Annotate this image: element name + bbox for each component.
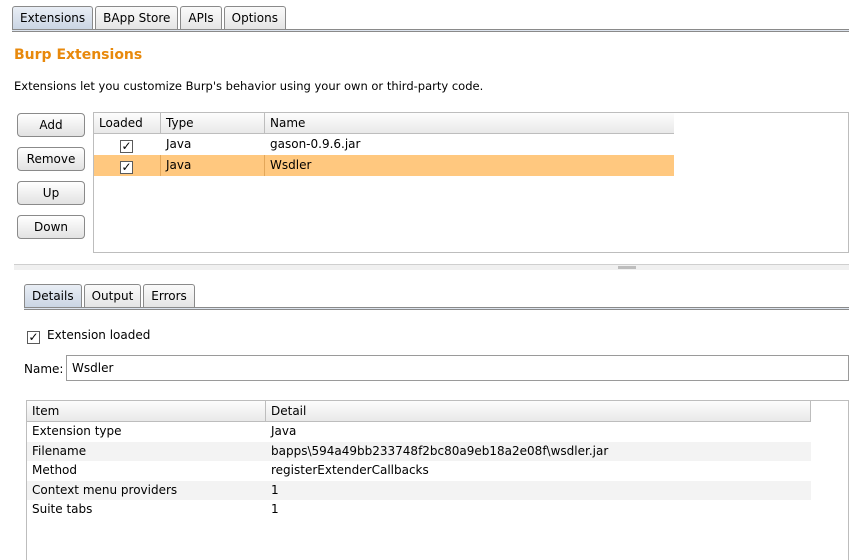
item-cell: Context menu providers [32,482,178,497]
table-row[interactable]: Suite tabs 1 [27,500,811,520]
table-row[interactable]: Method registerExtenderCallbacks [27,461,811,481]
details-table-header: Item Detail [27,401,811,422]
loaded-checkbox[interactable]: ✓ [120,161,133,174]
split-pane-divider[interactable] [14,264,849,270]
extensions-table-header: Loaded Type Name [94,113,674,134]
tab-bapp-store[interactable]: BApp Store [95,6,179,30]
extensions-table: Loaded Type Name ✓ Java gason-0.9.6.jar … [94,113,674,176]
loaded-cell: ✓ [94,134,161,155]
extensions-table-panel: Loaded Type Name ✓ Java gason-0.9.6.jar … [93,112,849,253]
down-button[interactable]: Down [17,215,85,239]
table-row[interactable]: ✓ Java gason-0.9.6.jar [94,134,674,155]
column-header-name[interactable]: Name [265,113,674,133]
column-header-item[interactable]: Item [27,401,266,421]
item-cell: Filename [32,443,87,458]
up-button[interactable]: Up [17,181,85,205]
column-header-type[interactable]: Type [161,113,265,133]
table-row[interactable]: Filename bapps\594a49bb233748f2bc80a9eb1… [27,441,811,462]
name-field[interactable] [66,355,849,381]
main-tab-strip: Extensions BApp Store APIs Options [12,6,288,30]
detail-cell: 1 [271,502,279,517]
name-cell: gason-0.9.6.jar [270,137,361,151]
name-label: Name: [24,362,64,376]
type-cell: Java [161,155,265,176]
tab-details[interactable]: Details [24,284,82,308]
column-header-detail[interactable]: Detail [266,401,811,421]
extension-loaded-checkbox[interactable]: ✓ [27,331,40,344]
item-cell: Extension type [32,424,122,438]
column-header-loaded[interactable]: Loaded [94,113,161,133]
extension-loaded-label: Extension loaded [47,328,151,342]
detail-cell: bapps\594a49bb233748f2bc80a9eb18a2e08f\w… [271,443,609,458]
tab-options[interactable]: Options [223,6,286,30]
detail-cell: 1 [271,482,279,497]
detail-tab-divider [24,307,849,310]
detail-tab-strip: Details Output Errors [24,284,197,308]
page-description: Extensions let you customize Burp's beha… [14,79,484,93]
tab-errors[interactable]: Errors [143,284,195,308]
detail-cell: Java [271,424,297,438]
table-row[interactable]: Context menu providers 1 [27,480,811,501]
details-table: Item Detail Extension type Java Filename… [27,401,811,520]
tab-strip-divider [12,29,849,32]
details-table-panel: Item Detail Extension type Java Filename… [26,400,849,560]
loaded-cell: ✓ [94,155,161,176]
remove-button[interactable]: Remove [17,147,85,171]
item-cell: Method [32,463,78,478]
table-row[interactable]: Extension type Java [27,422,811,442]
type-cell: Java [166,137,192,151]
item-cell: Suite tabs [32,502,93,517]
tab-apis[interactable]: APIs [180,6,222,30]
name-cell: Wsdler [270,158,312,172]
tab-output[interactable]: Output [83,284,142,308]
table-row[interactable]: ✓ Java Wsdler [94,155,674,176]
tab-extensions[interactable]: Extensions [12,6,94,30]
detail-cell: registerExtenderCallbacks [271,463,429,478]
page-title: Burp Extensions [14,47,143,63]
extension-loaded-option[interactable]: ✓ Extension loaded [27,328,151,344]
add-button[interactable]: Add [17,113,85,137]
splitter-grip-icon[interactable] [618,266,636,269]
loaded-checkbox[interactable]: ✓ [120,140,133,153]
